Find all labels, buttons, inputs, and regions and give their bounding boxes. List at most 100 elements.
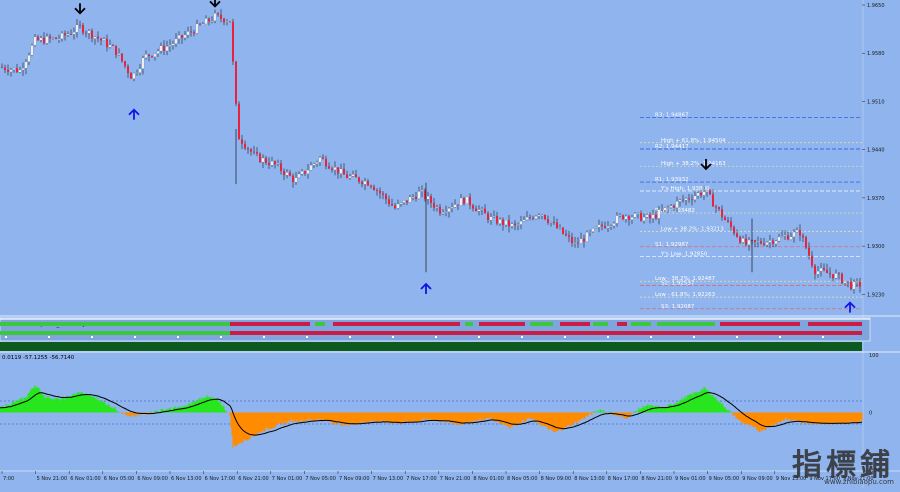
candle-bear[interactable]	[544, 214, 546, 220]
candle-bull[interactable]	[783, 235, 787, 237]
candle-bear[interactable]	[379, 190, 381, 194]
candle-bear[interactable]	[259, 153, 261, 163]
candle-bear[interactable]	[322, 157, 324, 159]
candle-bear[interactable]	[199, 23, 201, 25]
candle-bear[interactable]	[265, 158, 267, 163]
candle-bear[interactable]	[826, 269, 828, 274]
candle-bull[interactable]	[588, 231, 592, 233]
candle-bull[interactable]	[498, 219, 502, 224]
candle-bull[interactable]	[45, 36, 49, 44]
candle-bear[interactable]	[799, 230, 801, 236]
candle-bull[interactable]	[657, 209, 661, 219]
candle-bull[interactable]	[651, 214, 655, 219]
candle-bear[interactable]	[502, 219, 504, 225]
candle-bull[interactable]	[615, 215, 619, 224]
candle-bear[interactable]	[838, 273, 840, 275]
candle-bull[interactable]	[153, 53, 157, 57]
candle-bull[interactable]	[318, 157, 322, 163]
candle-bear[interactable]	[268, 162, 270, 166]
candle-bull[interactable]	[693, 195, 697, 200]
candle-bear[interactable]	[430, 196, 432, 203]
candle-bull[interactable]	[540, 214, 544, 216]
candle-bear[interactable]	[235, 61, 237, 104]
candle-bull[interactable]	[789, 236, 793, 240]
candle-bear[interactable]	[1, 67, 3, 68]
candle-bear[interactable]	[283, 170, 285, 176]
candle-bull[interactable]	[144, 54, 148, 58]
candle-bull[interactable]	[819, 267, 823, 272]
candle-bear[interactable]	[181, 35, 183, 38]
candle-bull[interactable]	[171, 43, 175, 46]
price-candles[interactable]	[1, 9, 861, 294]
candle-bear[interactable]	[688, 198, 690, 200]
candle-bull[interactable]	[453, 204, 457, 208]
candle-bear[interactable]	[238, 103, 240, 140]
candle-bear[interactable]	[736, 233, 738, 237]
candle-bull[interactable]	[72, 32, 76, 35]
candle-bear[interactable]	[232, 21, 234, 62]
candle-bear[interactable]	[805, 237, 807, 248]
candle-bear[interactable]	[640, 212, 642, 221]
candle-bull[interactable]	[624, 215, 628, 220]
candle-bear[interactable]	[760, 241, 762, 244]
candle-bull[interactable]	[21, 68, 25, 71]
candle-bear[interactable]	[130, 73, 132, 79]
candle-bull[interactable]	[666, 207, 670, 209]
price-chart-canvas[interactable]: R3: 1.94867 High + 61.8%: 1.94504R2: 1.94…	[0, 0, 900, 488]
candle-bull[interactable]	[108, 44, 112, 48]
candle-bear[interactable]	[274, 161, 276, 165]
candle-bull[interactable]	[756, 240, 760, 242]
candle-bull[interactable]	[396, 203, 400, 209]
candle-bear[interactable]	[292, 175, 294, 183]
candle-bear[interactable]	[577, 242, 579, 244]
candle-bull[interactable]	[348, 176, 352, 179]
candle-bear[interactable]	[85, 32, 87, 34]
candle-bull[interactable]	[420, 190, 424, 192]
candle-bull[interactable]	[333, 167, 337, 171]
candle-bull[interactable]	[852, 281, 856, 290]
candle-bear[interactable]	[100, 38, 102, 41]
candle-bull[interactable]	[9, 69, 13, 72]
candle-bull[interactable]	[447, 208, 451, 212]
candle-bear[interactable]	[847, 281, 849, 283]
candle-bull[interactable]	[27, 55, 31, 62]
candle-bear[interactable]	[331, 168, 333, 170]
candle-bear[interactable]	[496, 216, 498, 224]
candle-bear[interactable]	[241, 139, 243, 144]
candle-bull[interactable]	[141, 57, 145, 69]
candle-bear[interactable]	[568, 235, 570, 237]
candle-bear[interactable]	[433, 202, 435, 208]
dark-strip-panel[interactable]	[0, 342, 900, 353]
candle-bull[interactable]	[834, 273, 838, 279]
candle-bull[interactable]	[630, 217, 634, 220]
candle-bull[interactable]	[855, 281, 859, 283]
candle-bear[interactable]	[733, 227, 735, 234]
candle-bull[interactable]	[135, 72, 139, 74]
candle-bull[interactable]	[417, 191, 421, 200]
candle-bear[interactable]	[370, 185, 372, 187]
candle-bear[interactable]	[763, 243, 765, 245]
candle-bull[interactable]	[696, 192, 700, 197]
candle-bear[interactable]	[55, 37, 57, 39]
candle-bull[interactable]	[843, 281, 847, 284]
candle-bear[interactable]	[754, 240, 756, 242]
candle-bear[interactable]	[415, 196, 417, 199]
candle-bear[interactable]	[508, 220, 510, 227]
candle-bull[interactable]	[297, 173, 301, 178]
candle-bull[interactable]	[18, 69, 22, 73]
candle-bull[interactable]	[93, 36, 97, 39]
candle-bull[interactable]	[816, 271, 820, 275]
candle-bear[interactable]	[649, 214, 651, 219]
candle-bear[interactable]	[730, 221, 732, 228]
candle-bull[interactable]	[270, 161, 274, 166]
candle-bull[interactable]	[516, 224, 520, 226]
trading-terminal[interactable]: R3: 1.94867 High + 61.8%: 1.94504 R2: 1.94…	[0, 0, 900, 488]
candle-bull[interactable]	[165, 46, 169, 52]
candle-bull[interactable]	[102, 38, 106, 41]
candle-bear[interactable]	[190, 31, 192, 33]
candle-bull[interactable]	[606, 226, 610, 228]
candle-bear[interactable]	[691, 199, 693, 201]
candle-bear[interactable]	[655, 214, 657, 219]
candle-bear[interactable]	[223, 18, 225, 23]
candle-bear[interactable]	[343, 168, 345, 175]
